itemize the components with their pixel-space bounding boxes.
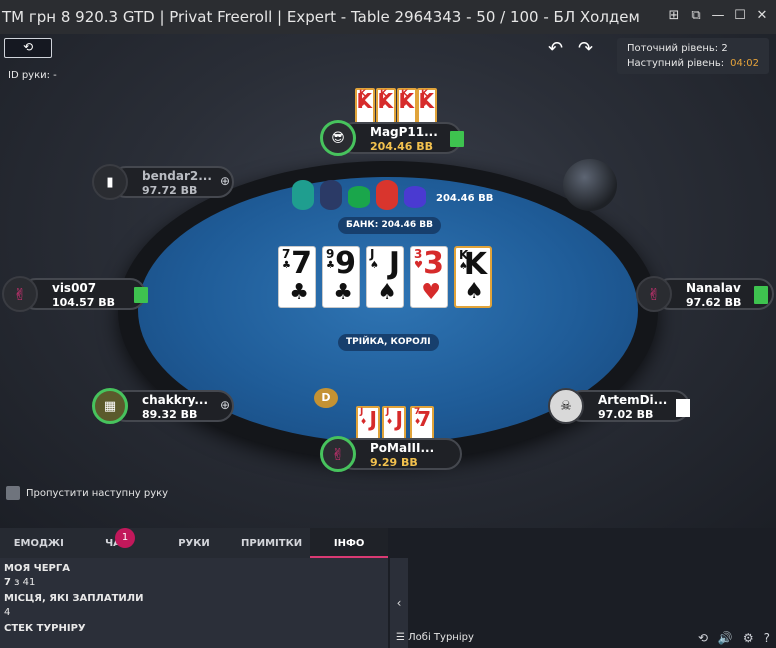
paid-places-value: 4 <box>4 607 11 618</box>
window-titlebar: TM грн 8 920.3 GTD | Privat Freeroll | E… <box>0 0 776 34</box>
chip-stack-teal <box>292 180 314 210</box>
list-icon: ☰ <box>396 632 405 643</box>
player-plate: chakkry... 89.32 BB ⊕ <box>110 390 234 422</box>
panel-tabs: ЕМОДЖІ ЧАТ РУКИ ПРИМІТКИ ІНФО <box>0 528 388 558</box>
vbet-avatar-icon: ✌ <box>636 276 672 312</box>
vbet-avatar-icon: ✌ <box>2 276 38 312</box>
redo-icon[interactable]: ↷ <box>578 38 593 59</box>
sound-icon[interactable]: 🔊 <box>718 631 733 645</box>
bottom-panel: ЕМОДЖІ ЧАТ РУКИ ПРИМІТКИ ІНФО 1 МОЯ ЧЕРГ… <box>0 528 776 648</box>
player-stack: 89.32 BB <box>142 408 198 421</box>
seat-top[interactable]: MagP11... 204.46 BB 😎 <box>320 120 464 156</box>
current-level: Поточний рівень: 2 <box>627 43 728 54</box>
help-icon[interactable]: ? <box>764 631 770 645</box>
info-panel: МОЯ ЧЕРГА 7 з 41 МІСЦЯ, ЯКІ ЗАПЛАТИЛИ 4 … <box>0 558 388 648</box>
player-stack: 97.72 BB <box>142 184 198 197</box>
tab-emoji[interactable]: ЕМОДЖІ <box>0 528 78 558</box>
hand-history-button[interactable]: ⟲ <box>4 38 52 58</box>
vbet-avatar-icon: ✌ <box>320 436 356 472</box>
close-icon[interactable]: ✕ <box>754 8 770 24</box>
green-flag-icon[interactable] <box>754 286 768 304</box>
player-plate: ArtemDi... 97.02 BB <box>566 390 690 422</box>
hand-result-label: ТРІЙКА, КОРОЛІ <box>338 334 439 351</box>
paid-places-label: МІСЦЯ, ЯКІ ЗАПЛАТИЛИ <box>4 593 144 604</box>
maximize-icon[interactable]: ☐ <box>732 8 748 24</box>
seat-upper-left[interactable]: bendar2... 97.72 BB ⊕ ▮ <box>92 164 234 200</box>
tournament-lobby-link[interactable]: ☰ Лобі Турніру <box>396 632 474 643</box>
minimize-icon[interactable]: — <box>710 8 726 24</box>
seat-lower-left[interactable]: chakkry... 89.32 BB ⊕ ▦ <box>92 388 234 424</box>
add-note-icon[interactable]: ⊕ <box>220 174 230 188</box>
green-note-icon[interactable] <box>450 131 464 147</box>
table-menu-ball[interactable] <box>563 159 617 211</box>
seat-right[interactable]: Nanalav 97.62 BB ✌ <box>636 276 774 312</box>
player-plate: Nanalav 97.62 BB <box>654 278 774 310</box>
bottom-toolbar: ⟲ 🔊 ⚙ ? <box>698 631 770 645</box>
seat-left[interactable]: vis007 104.57 BB ✌ <box>2 276 148 312</box>
player-plate: vis007 104.57 BB <box>20 278 148 310</box>
tab-notes[interactable]: ПРИМІТКИ <box>233 528 311 558</box>
undo-icon[interactable]: ↶ <box>548 38 563 59</box>
player-name: MagP11... <box>370 125 438 139</box>
history-icon: ⟲ <box>22 40 34 54</box>
window-title: TM грн 8 920.3 GTD | Privat Freeroll | E… <box>2 8 640 26</box>
avatar: ☠ <box>548 388 584 424</box>
poker-table-scene: ⟲ ID руки: - ↶ ↷ Поточний рівень: 2 Наст… <box>0 34 776 528</box>
player-stack: 97.02 BB <box>598 408 654 421</box>
player-stack: 104.57 BB <box>52 296 116 309</box>
player-plate: bendar2... 97.72 BB ⊕ <box>110 166 234 198</box>
restore-icon[interactable]: ⧉ <box>688 8 704 24</box>
pot-label: БАНК: 204.46 BB <box>338 217 442 234</box>
skip-checkbox[interactable] <box>6 486 20 500</box>
board-card-3: J ♠ J ♠ <box>366 246 404 308</box>
board-card-1: 7 ♣ 7 ♣ <box>278 246 316 308</box>
tournament-stack-label: СТЕК ТУРНІРУ <box>4 623 86 634</box>
skip-next-hand[interactable]: Пропустити наступну руку <box>6 486 168 500</box>
my-turn-value: 7 з 41 <box>4 577 36 588</box>
player-plate: MagP11... 204.46 BB <box>338 122 464 154</box>
grid-icon[interactable]: ⊞ <box>666 8 682 24</box>
chip-stack-purple <box>404 186 426 208</box>
blind-levels-panel: Поточний рівень: 2 Наступний рівень: 04:0… <box>617 38 769 74</box>
seat-hero[interactable]: PoMaIII... 9.29 BB ✌ <box>320 436 462 472</box>
board-card-2: 9 ♣ 9 ♣ <box>322 246 360 308</box>
board-card-5: K ♠ K ♠ <box>454 246 492 308</box>
board-card-4: 3 ♥ 3 ♥ <box>410 246 448 308</box>
player-name: ArtemDi... <box>598 393 668 407</box>
replay-icon[interactable]: ⟲ <box>698 631 708 645</box>
player-name: PoMaIII... <box>370 441 435 455</box>
player-name: vis007 <box>52 281 97 295</box>
sitout-door-icon: ▮ <box>92 164 128 200</box>
green-note-icon[interactable] <box>134 287 148 303</box>
dealer-button: D <box>314 388 338 408</box>
next-level: Наступний рівень: 04:02 <box>627 58 759 69</box>
chip-stack-red <box>376 180 398 210</box>
settings-icon[interactable]: ⚙ <box>743 631 754 645</box>
tab-hands[interactable]: РУКИ <box>155 528 233 558</box>
avatar: ▦ <box>92 388 128 424</box>
pot-chip-amount: 204.46 BB <box>436 193 494 204</box>
seat-lower-right[interactable]: ArtemDi... 97.02 BB ☠ <box>548 388 690 424</box>
player-stack: 204.46 BB <box>370 140 434 153</box>
white-flag-icon[interactable] <box>676 399 690 417</box>
hand-id-label: ID руки: - <box>8 70 57 81</box>
skip-label: Пропустити наступну руку <box>26 487 169 499</box>
chevron-left-icon: ‹ <box>396 596 402 610</box>
avatar: 😎 <box>320 120 356 156</box>
player-stack: 9.29 BB <box>370 456 418 469</box>
next-level-timer: 04:02 <box>730 58 759 69</box>
window-controls: ⊞ ⧉ — ☐ ✕ <box>666 8 770 24</box>
player-name: bendar2... <box>142 169 212 183</box>
chip-stack-green <box>348 186 370 208</box>
tab-info[interactable]: ІНФО <box>310 528 388 558</box>
chip-stack-navy <box>320 180 342 210</box>
player-name: chakkry... <box>142 393 209 407</box>
player-plate: PoMaIII... 9.29 BB <box>338 438 462 470</box>
add-note-icon[interactable]: ⊕ <box>220 398 230 412</box>
chat-unread-badge: 1 <box>115 528 135 548</box>
my-turn-label: МОЯ ЧЕРГА <box>4 563 70 574</box>
